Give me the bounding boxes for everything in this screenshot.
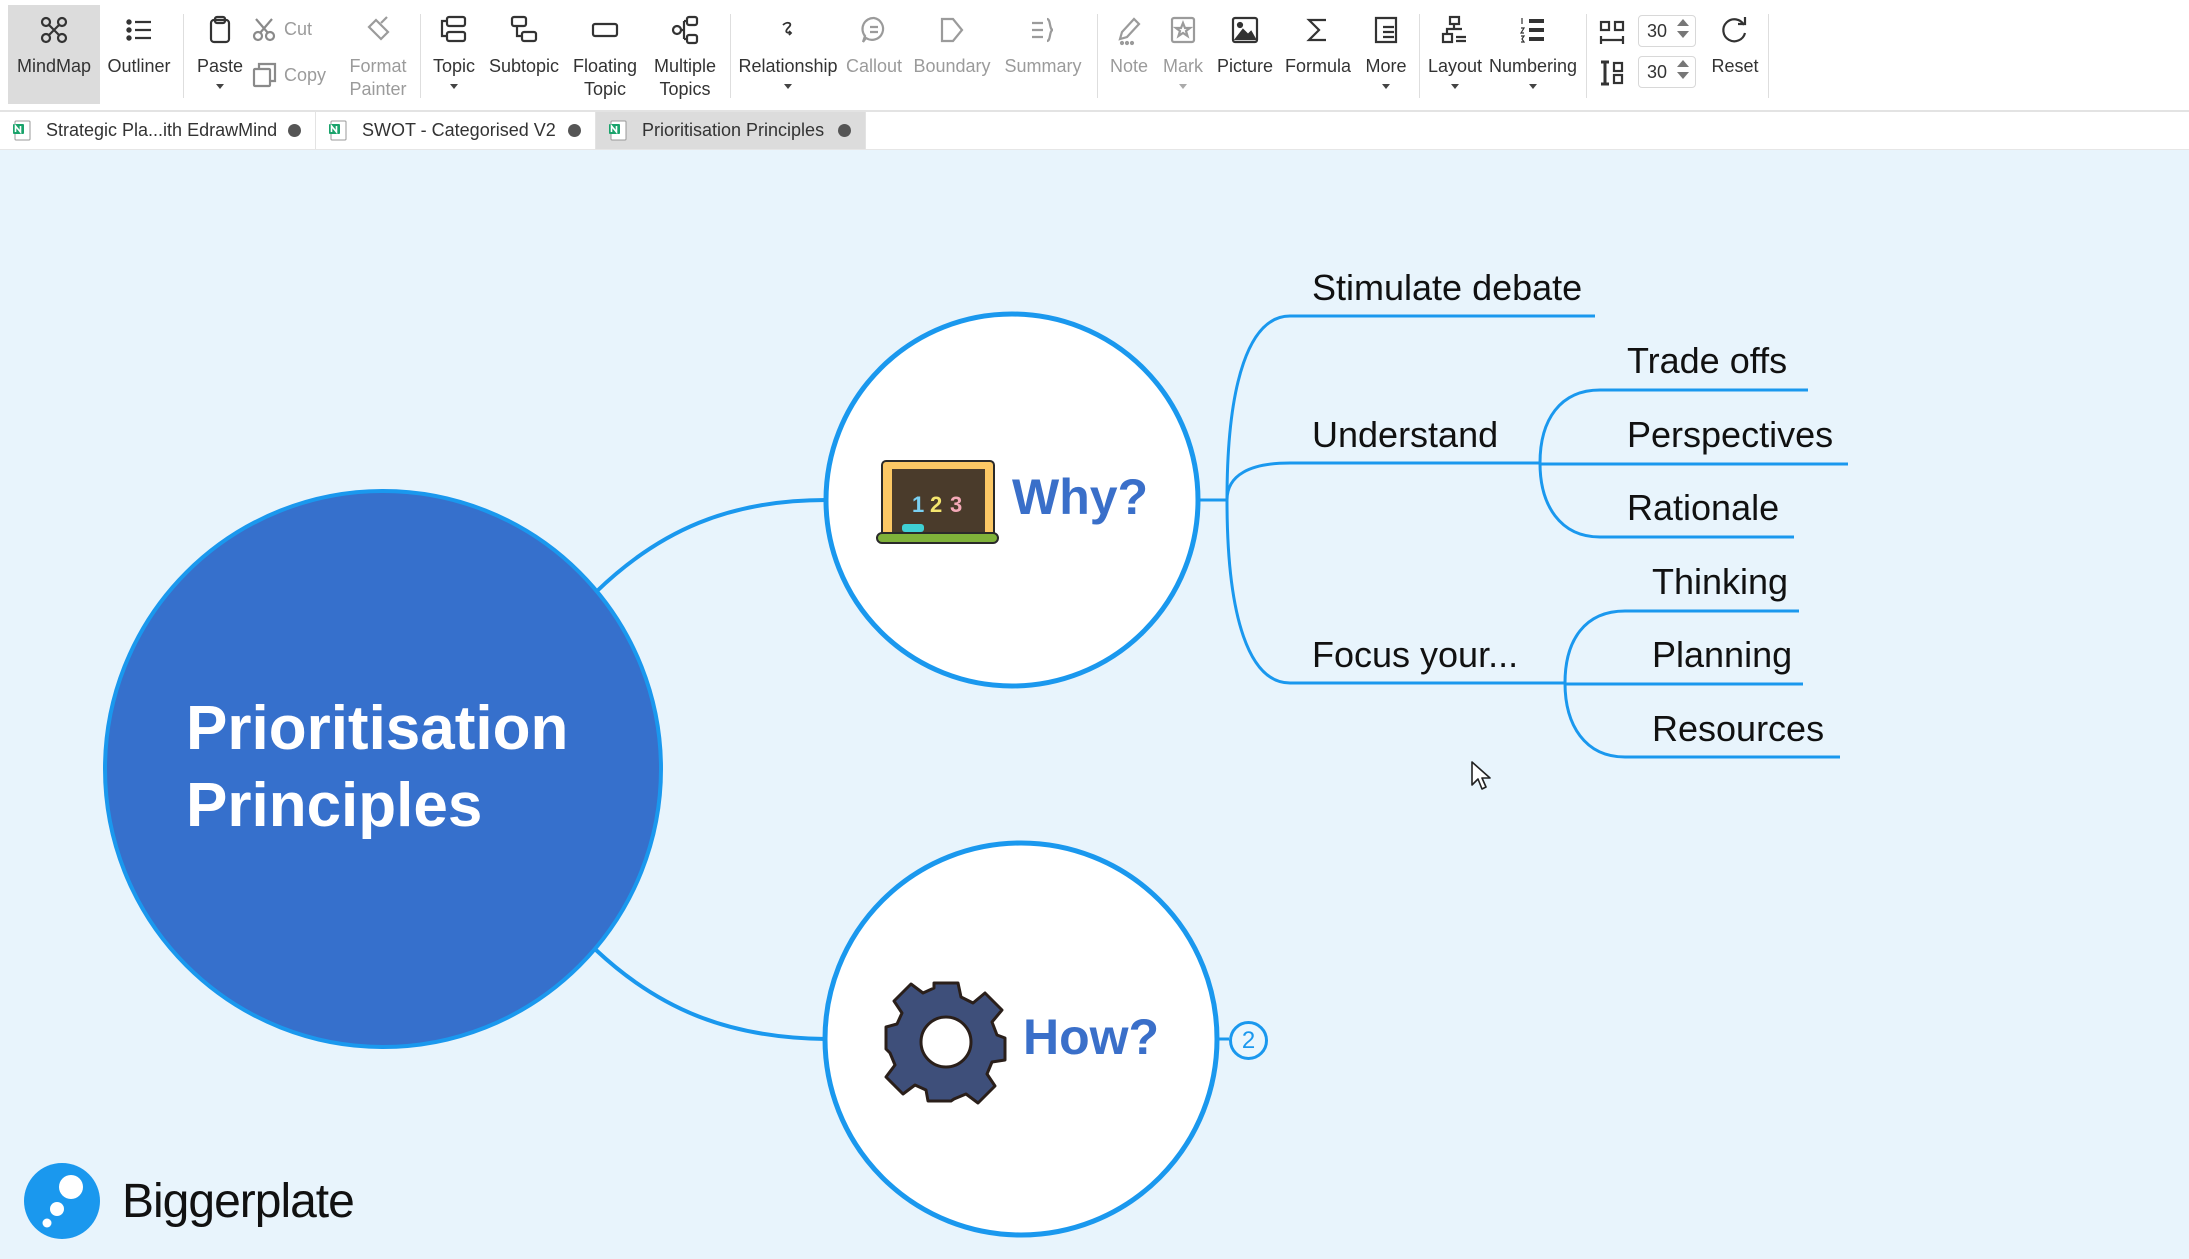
gear-icon — [884, 981, 1007, 1105]
subtopic-planning[interactable]: Planning — [1652, 634, 1792, 676]
subtopic-perspectives[interactable]: Perspectives — [1627, 414, 1833, 456]
chalkboard-123-icon: 1 2 3 — [876, 460, 999, 544]
connector-central-how — [594, 948, 827, 1041]
biggerplate-watermark: Biggerplate — [24, 1163, 355, 1239]
central-topic-line-2: Principles — [186, 771, 483, 840]
subtopic-rationale[interactable]: Rationale — [1627, 487, 1779, 529]
subtopic-trade-offs[interactable]: Trade offs — [1627, 340, 1787, 382]
collapsed-children-badge[interactable]: 2 — [1229, 1021, 1268, 1060]
subtopic-focus-your[interactable]: Focus your... — [1312, 634, 1518, 676]
subtopic-resources[interactable]: Resources — [1652, 708, 1824, 750]
branch-understand — [1225, 461, 1540, 501]
connector-central-why — [594, 498, 827, 594]
central-topic-line-1: Prioritisation — [186, 694, 569, 763]
why-branches — [1198, 314, 1848, 759]
central-topic-label[interactable]: Prioritisation Principles — [186, 690, 568, 844]
subtopic-thinking[interactable]: Thinking — [1652, 561, 1788, 603]
mouse-pointer-icon — [1471, 761, 1491, 790]
why-topic-label[interactable]: Why? — [1012, 468, 1148, 526]
svg-text:2: 2 — [930, 492, 942, 517]
biggerplate-logo-icon — [24, 1163, 100, 1239]
svg-text:1: 1 — [912, 492, 924, 517]
subtopic-understand[interactable]: Understand — [1312, 414, 1498, 456]
biggerplate-brand-text: Biggerplate — [122, 1174, 355, 1228]
how-topic-label[interactable]: How? — [1023, 1008, 1159, 1066]
mindmap-canvas[interactable]: 1 2 3 — [0, 0, 2189, 1259]
svg-text:3: 3 — [950, 492, 962, 517]
subtopic-stimulate-debate[interactable]: Stimulate debate — [1312, 267, 1582, 309]
